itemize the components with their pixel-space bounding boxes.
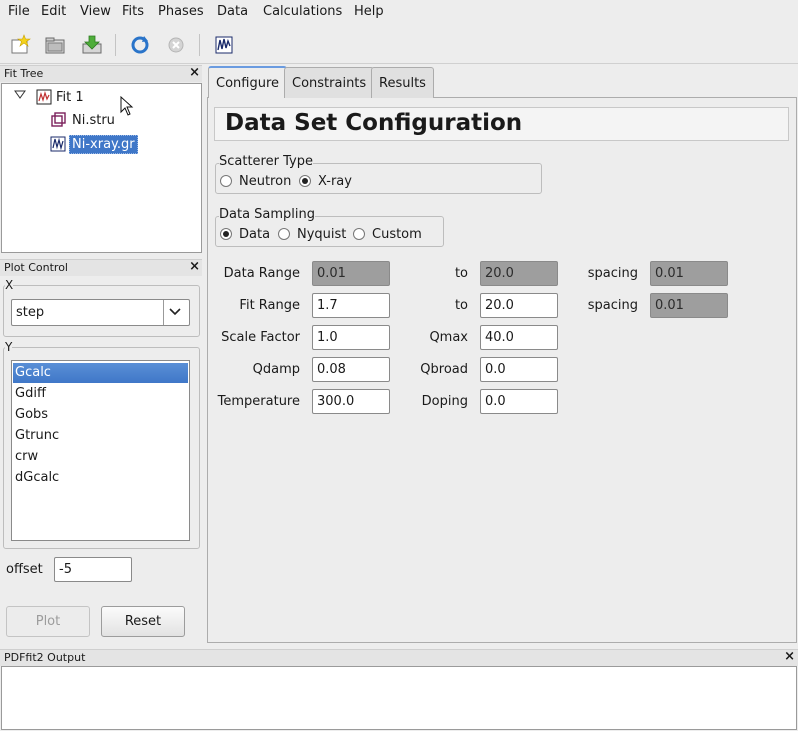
close-icon[interactable]: × (784, 649, 795, 665)
plot-icon[interactable] (212, 33, 236, 57)
scale-factor-input[interactable]: 1.0 (312, 325, 390, 350)
x-combo[interactable]: step (11, 299, 190, 326)
to-label: to (454, 266, 468, 281)
tree-item-structure[interactable]: Ni.stru (72, 113, 115, 128)
list-item[interactable]: crw (13, 447, 188, 467)
radio-neutron-label[interactable]: Neutron (239, 174, 291, 189)
mouse-cursor-icon (120, 96, 134, 116)
fit-tree: Fit 1 Ni.stru Ni-xray.gr (1, 83, 202, 253)
menu-edit[interactable]: Edit (41, 4, 66, 19)
fit-spacing-input[interactable]: 0.01 (650, 293, 728, 318)
fit-range-to-input[interactable]: 20.0 (480, 293, 558, 318)
scale-factor-label: Scale Factor (221, 330, 300, 345)
list-item[interactable]: Gdiff (13, 384, 188, 404)
y-label: Y (5, 340, 13, 354)
doping-input[interactable]: 0.0 (480, 389, 558, 414)
fit-icon (36, 89, 52, 105)
radio-xray-label[interactable]: X-ray (318, 174, 352, 189)
data-spacing-input[interactable]: 0.01 (650, 261, 728, 286)
qdamp-label: Qdamp (252, 362, 300, 377)
radio-neutron[interactable] (220, 175, 232, 187)
doping-label: Doping (421, 394, 468, 409)
stop-icon[interactable] (164, 33, 188, 57)
radio-nyquist-label[interactable]: Nyquist (297, 227, 346, 242)
qmax-input[interactable]: 40.0 (480, 325, 558, 350)
download-icon[interactable] (80, 33, 104, 57)
list-item[interactable]: Gcalc (13, 363, 188, 383)
menu-help[interactable]: Help (354, 4, 384, 19)
tab-constraints[interactable]: Constraints (284, 67, 375, 98)
radio-xray[interactable] (299, 175, 311, 187)
qbroad-input[interactable]: 0.0 (480, 357, 558, 382)
menu-phases[interactable]: Phases (158, 4, 204, 19)
plot-button[interactable]: Plot (6, 606, 90, 637)
radio-custom-label[interactable]: Custom (372, 227, 422, 242)
dataset-icon (50, 136, 66, 152)
output-title: PDFfit2 Output (4, 651, 86, 664)
close-icon[interactable]: × (189, 65, 200, 81)
offset-label: offset (6, 562, 43, 577)
menu-bar: File Edit View Fits Phases Data Calculat… (0, 0, 798, 26)
fit-tree-title: Fit Tree (4, 67, 44, 80)
spacing-label: spacing (587, 266, 638, 281)
y-list[interactable]: Gcalc Gdiff Gobs Gtrunc crw dGcalc (11, 360, 190, 541)
config-title-box: Data Set Configuration (214, 107, 789, 141)
chevron-down-icon[interactable] (169, 307, 181, 317)
combo-divider (163, 300, 164, 325)
list-item[interactable]: Gobs (13, 405, 188, 425)
open-icon[interactable] (43, 33, 67, 57)
radio-nyquist[interactable] (278, 228, 290, 240)
data-range-to-input[interactable]: 20.0 (480, 261, 558, 286)
fit-range-label: Fit Range (239, 298, 300, 313)
structure-icon (50, 112, 66, 128)
data-range-from-input[interactable]: 0.01 (312, 261, 390, 286)
x-label: X (5, 278, 14, 292)
refresh-icon[interactable] (128, 33, 152, 57)
expand-arrow-icon[interactable] (14, 90, 26, 100)
fit-tree-header: Fit Tree × (0, 65, 202, 82)
page-title: Data Set Configuration (225, 110, 523, 136)
close-icon[interactable]: × (189, 259, 200, 275)
data-range-label: Data Range (223, 266, 300, 281)
toolbar-separator (199, 34, 200, 56)
spacing-label: spacing (587, 298, 638, 313)
plot-control-title: Plot Control (4, 261, 68, 274)
to-label: to (454, 298, 468, 313)
menu-calculations[interactable]: Calculations (263, 4, 342, 19)
radio-data-label[interactable]: Data (239, 227, 270, 242)
offset-input[interactable]: -5 (54, 557, 132, 582)
radio-data[interactable] (220, 228, 232, 240)
qdamp-input[interactable]: 0.08 (312, 357, 390, 382)
radio-custom[interactable] (353, 228, 365, 240)
tab-results[interactable]: Results (371, 67, 434, 98)
list-item[interactable]: Gtrunc (13, 426, 188, 446)
tree-item-dataset[interactable]: Ni-xray.gr (69, 135, 138, 154)
menu-view[interactable]: View (80, 4, 111, 19)
temperature-input[interactable]: 300.0 (312, 389, 390, 414)
list-item[interactable]: dGcalc (13, 468, 188, 488)
scatterer-label: Scatterer Type (219, 154, 313, 169)
plot-control-header: Plot Control × (0, 259, 202, 276)
menu-data[interactable]: Data (217, 4, 248, 19)
menu-file[interactable]: File (8, 4, 30, 19)
tab-configure[interactable]: Configure (208, 66, 288, 98)
qbroad-label: Qbroad (420, 362, 468, 377)
tree-item-fit[interactable]: Fit 1 (56, 90, 84, 105)
reset-button[interactable]: Reset (101, 606, 185, 637)
temperature-label: Temperature (217, 394, 300, 409)
fit-range-from-input[interactable]: 1.7 (312, 293, 390, 318)
toolbar (0, 26, 798, 64)
qmax-label: Qmax (429, 330, 468, 345)
toolbar-separator (115, 34, 116, 56)
output-header: PDFfit2 Output × (0, 649, 798, 666)
new-fit-icon[interactable] (8, 33, 32, 57)
menu-fits[interactable]: Fits (122, 4, 144, 19)
output-area[interactable] (1, 666, 797, 730)
sampling-label: Data Sampling (219, 207, 316, 222)
x-combo-value: step (16, 305, 45, 320)
